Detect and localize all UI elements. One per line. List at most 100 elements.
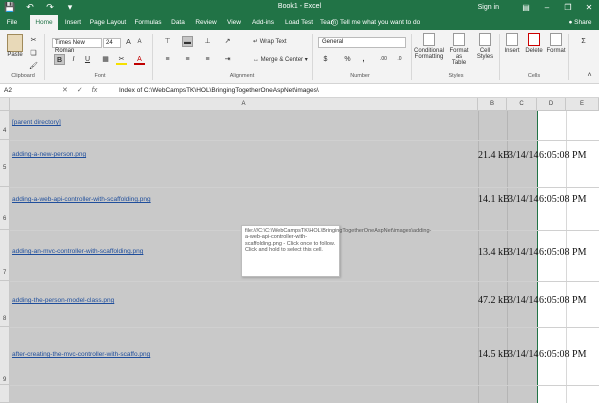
currency-button[interactable]: $ [320, 54, 331, 65]
number-format-select[interactable]: General [318, 37, 406, 48]
select-all-corner[interactable] [0, 98, 10, 111]
copy-icon[interactable]: ❏ [28, 48, 39, 59]
tab-insert[interactable]: Insert [60, 15, 86, 30]
file-time: 6:05:08 PM [539, 194, 587, 205]
merge-center-button[interactable]: ↔ Merge & Center ▾ [253, 56, 308, 63]
insert-function-icon[interactable]: fx [92, 85, 97, 97]
column-header-c[interactable]: C [507, 98, 537, 111]
tab-file[interactable]: File [2, 15, 22, 30]
borders-icon[interactable]: ▦ [100, 54, 111, 65]
decrease-decimal-button[interactable]: .0 [394, 54, 405, 65]
share-button[interactable]: ● Share [566, 15, 594, 30]
row-header-9[interactable]: 9 [0, 327, 10, 385]
column-header-b[interactable]: B [478, 98, 507, 111]
wrap-text-icon: ↵ [253, 39, 259, 45]
gridline [10, 385, 599, 386]
underline-button[interactable]: U [82, 54, 93, 65]
top-align-icon[interactable]: ⊤ [162, 36, 173, 47]
cell-styles-icon [479, 33, 491, 46]
tab-review[interactable]: Review [192, 15, 220, 30]
font-size-select[interactable]: 24 [103, 38, 121, 48]
format-painter-icon[interactable]: 🖌 [28, 61, 39, 72]
column-header-e[interactable]: E [566, 98, 599, 111]
wrap-text-button[interactable]: ↵ Wrap Text [253, 38, 287, 45]
file-link[interactable]: after-creating-the-mvc-controller-with-s… [12, 351, 150, 358]
font-name-select[interactable]: Times New Roman [52, 38, 102, 54]
align-left-icon[interactable]: ≡ [162, 54, 173, 65]
tab-data[interactable]: Data [167, 15, 189, 30]
fill-color-icon[interactable]: ✂ [116, 54, 127, 65]
orientation-icon[interactable]: ↗ [222, 36, 233, 47]
bottom-align-icon[interactable]: ⊥ [202, 36, 213, 47]
increase-font-icon[interactable]: A [123, 37, 134, 48]
styles-group-label: Styles [448, 73, 464, 79]
format-as-table-button[interactable]: Format as Table [446, 33, 472, 66]
tab-load-test[interactable]: Load Test [282, 15, 316, 30]
column-header-a[interactable]: A [10, 98, 478, 111]
comma-button[interactable]: , [358, 54, 369, 65]
autosum-icon[interactable]: Σ [578, 36, 589, 47]
tell-me-box[interactable]: ◯ Tell me what you want to do [331, 15, 420, 30]
middle-align-icon[interactable]: ▬ [182, 36, 193, 47]
decrease-font-icon[interactable]: A [134, 37, 145, 48]
tab-view[interactable]: View [223, 15, 245, 30]
file-size: 13.4 kB [478, 247, 510, 258]
file-date: 3/14/14 [508, 295, 539, 306]
formula-bar: A2 ✕ ✓ fx Index of C:\WebCampsTK\HOL\Bri… [0, 84, 599, 98]
hyperlink-tooltip: file:///C:\C:\WebCampsTK\HOL\BringingTog… [241, 225, 431, 277]
row-header-4[interactable]: 4 [0, 111, 10, 140]
worksheet-grid[interactable]: A B C D E 4 5 6 7 8 9 [parent directory]… [0, 98, 599, 403]
percent-button[interactable]: % [342, 54, 353, 65]
file-link[interactable]: adding-an-mvc-controller-with-scaffoldin… [12, 248, 143, 255]
bold-button[interactable]: B [54, 54, 65, 65]
conditional-formatting-icon [423, 33, 435, 46]
tab-page-layout[interactable]: Page Layout [88, 15, 128, 30]
tell-me-text: Tell me what you want to do [339, 19, 421, 26]
file-link[interactable]: adding-a-web-api-controller-with-scaffol… [12, 196, 151, 203]
paste-button[interactable]: Paste [4, 34, 26, 58]
increase-decimal-button[interactable]: .00 [378, 54, 389, 65]
enter-icon[interactable]: ✓ [77, 85, 83, 97]
format-cells-button[interactable]: Format [546, 33, 566, 54]
ribbon-display-options-icon[interactable]: ▤ [520, 2, 532, 13]
separator [312, 34, 313, 80]
name-box[interactable]: A2 [2, 86, 54, 96]
number-group-label: Number [350, 73, 370, 79]
insert-cells-button[interactable]: Insert [503, 33, 521, 54]
formula-input[interactable]: Index of C:\WebCampsTK\HOL\BringingToget… [119, 85, 319, 97]
tab-home[interactable]: Home [30, 15, 58, 30]
tab-formulas[interactable]: Formulas [131, 15, 165, 30]
font-color-icon[interactable]: A [134, 54, 145, 65]
row-header-10[interactable] [0, 385, 10, 403]
lightbulb-icon: ◯ [331, 19, 339, 26]
alignment-group-label: Alignment [229, 73, 255, 79]
cell-styles-button[interactable]: Cell Styles [474, 33, 496, 60]
conditional-formatting-button[interactable]: Conditional Formatting [413, 33, 445, 60]
column-header-d[interactable]: D [537, 98, 566, 111]
file-link[interactable]: adding-the-person-model-class.png [12, 297, 114, 304]
close-icon[interactable]: ✕ [583, 2, 595, 13]
row-header-7[interactable]: 7 [0, 230, 10, 281]
tab-add-ins[interactable]: Add-ins [248, 15, 278, 30]
minimize-icon[interactable]: – [541, 2, 553, 13]
row-header-5[interactable]: 5 [0, 140, 10, 187]
insert-cells-icon [506, 33, 518, 46]
indent-icon[interactable]: ⇥ [222, 54, 233, 65]
parent-directory-link[interactable]: [parent directory] [12, 119, 61, 126]
sign-in-link[interactable]: Sign in [478, 2, 499, 13]
restore-icon[interactable]: ❐ [562, 2, 574, 13]
row-header-6[interactable]: 6 [0, 187, 10, 230]
row-header-8[interactable]: 8 [0, 281, 10, 327]
file-date: 3/14/14 [508, 150, 539, 161]
separator [411, 34, 412, 80]
collapse-ribbon-icon[interactable]: ˄ [584, 70, 595, 81]
cut-icon[interactable]: ✂ [28, 35, 39, 46]
delete-cells-button[interactable]: Delete [524, 33, 544, 54]
align-center-icon[interactable]: ≡ [182, 54, 193, 65]
file-date: 3/14/14 [508, 194, 539, 205]
align-right-icon[interactable]: ≡ [202, 54, 213, 65]
file-link[interactable]: adding-a-new-person.png [12, 151, 86, 158]
ribbon-tabs: File Home Insert Page Layout Formulas Da… [0, 15, 599, 30]
cancel-icon[interactable]: ✕ [62, 85, 68, 97]
italic-button[interactable]: I [68, 54, 79, 65]
